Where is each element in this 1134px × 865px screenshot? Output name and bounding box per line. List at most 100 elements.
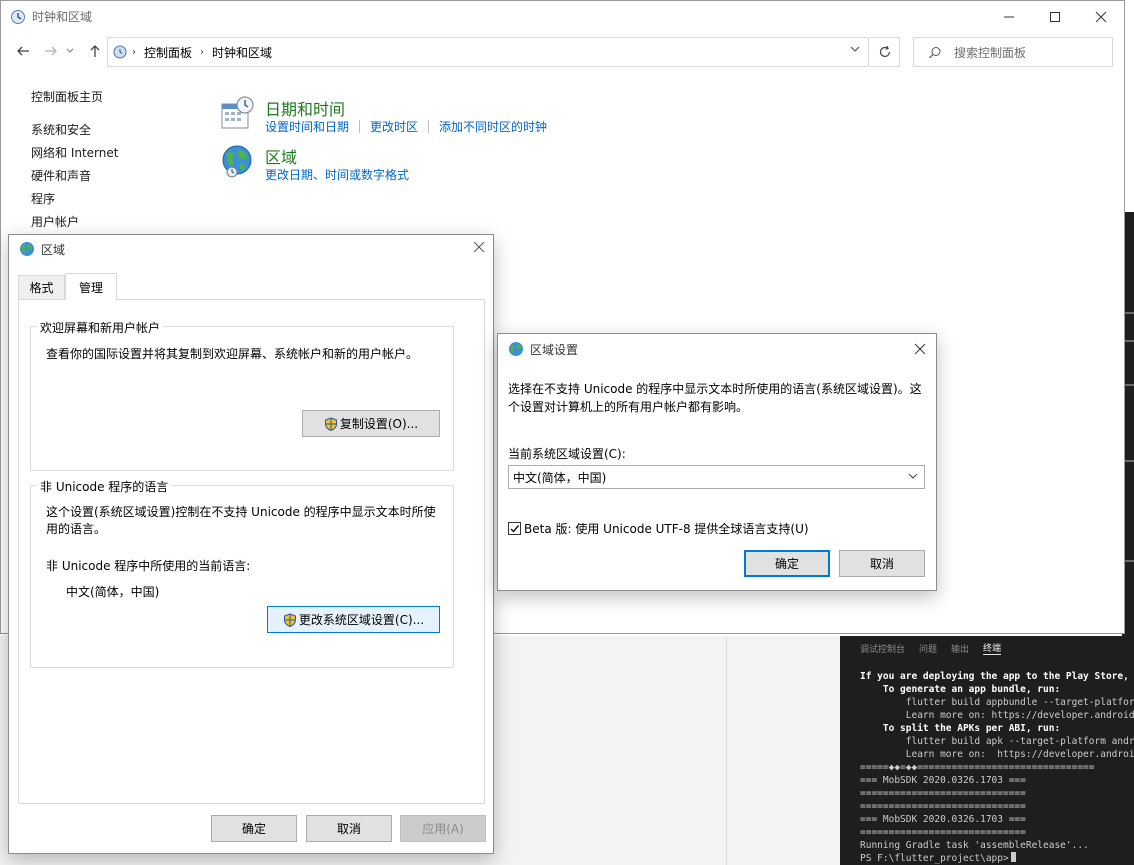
unicode-group-label: 非 Unicode 程序的语言 [37,478,172,495]
unicode-groupbox: 非 Unicode 程序的语言 这个设置(系统区域设置)控制在不支持 Unico… [30,478,454,668]
change-system-locale-label: 更改系统区域设置(C)... [298,613,425,627]
terminal-tabs: 调试控制台 问题 输出 终端 [840,636,1134,660]
arrow-up-icon [90,45,100,57]
chevron-down-icon [850,46,860,52]
tab-administrative[interactable]: 管理 [65,273,117,300]
nav-network-internet[interactable]: 网络和 Internet [31,145,118,168]
locale-dialog-titlebar[interactable]: 区域设置 [498,334,936,364]
search-placeholder: 搜索控制面板 [954,45,1027,60]
region-ok-button[interactable]: 确定 [211,815,297,842]
checkmark-icon [510,525,520,533]
region-cancel-button[interactable]: 取消 [306,815,392,842]
region-dialog-titlebar[interactable]: 区域 [9,235,493,263]
beta-utf8-label[interactable]: Beta 版: 使用 Unicode UTF-8 提供全球语言支持(U) [524,520,809,537]
link-change-timezone[interactable]: 更改时区 [370,118,418,135]
link-set-time-date[interactable]: 设置时间和日期 [265,118,349,135]
editor-mark [1125,384,1134,386]
locale-cancel-button[interactable]: 取消 [839,550,925,577]
region-apply-button[interactable]: 应用(A) [400,815,486,842]
title-bar[interactable]: 时钟和区域 [1,1,1124,32]
search-icon [929,47,941,59]
address-dropdown[interactable] [850,44,860,57]
back-button[interactable] [13,41,33,61]
terminal-line: ============================= [860,801,1026,812]
shield-icon [324,416,337,431]
maximize-icon [1050,11,1060,22]
category-title-date-time[interactable]: 日期和时间 [265,96,345,120]
change-system-locale-button[interactable]: 更改系统区域设置(C)... [267,606,440,633]
search-input[interactable]: 搜索控制面板 [913,37,1113,67]
tab-terminal[interactable]: 终端 [983,641,1002,655]
chevron-down-icon [66,48,74,53]
link-change-formats[interactable]: 更改日期、时间或数字格式 [265,166,409,183]
locale-description-line2: 个设置对计算机上的所有用户帐户都有影响。 [508,400,749,414]
arrow-right-icon [45,46,57,56]
terminal-line: =====◆◆=◆◆==============================… [860,762,1095,773]
link-separator [428,120,430,133]
tab-debug-console[interactable]: 调试控制台 [860,642,905,655]
terminal-line: ============================= [860,827,1026,838]
terminal-cursor [1010,852,1016,862]
minimize-icon [1004,16,1014,17]
globe-icon [222,145,252,178]
window-title: 时钟和区域 [32,10,93,24]
category-date-time: 日期和时间 设置时间和日期 更改时区 添加不同时区的时钟 [221,96,547,134]
tab-problems[interactable]: 问题 [919,642,937,655]
category-title-region[interactable]: 区域 [265,144,297,168]
clock-region-icon [11,9,25,24]
nav-system-security[interactable]: 系统和安全 [31,122,118,145]
close-icon [1095,11,1107,22]
globe-icon [20,242,34,256]
editor-mark [1125,312,1134,314]
maximize-button[interactable] [1032,1,1078,32]
shield-icon [283,612,296,627]
locale-description: 选择在不支持 Unicode 的程序中显示文本时所使用的语言(系统区域设置)。这… [508,380,922,416]
editor-mark [1125,460,1134,462]
copy-settings-button[interactable]: 复制设置(O)... [302,410,440,437]
beta-utf8-checkbox[interactable] [508,522,521,535]
welcome-description: 查看你的国际设置并将其复制到欢迎屏幕、系统帐户和新的用户帐户。 [46,347,419,361]
recent-dropdown[interactable] [63,41,77,61]
sidebar-nav: 控制面板主页 系统和安全 网络和 Internet 硬件和声音 程序 用户帐户 [31,89,118,237]
terminal-line: ============================= [860,788,1026,799]
welcome-group-label: 欢迎屏幕和新用户帐户 [37,319,164,336]
terminal-line: PS F:\flutter_project\app> [860,852,1134,865]
unicode-description-line2: 用的语言。 [46,522,107,536]
terminal-line: Learn more on: https://developer.android… [860,749,1134,760]
clock-calendar-icon [221,96,254,129]
control-panel-icon [113,45,127,59]
breadcrumb-clock-region[interactable]: 时钟和区域 [212,44,272,61]
unicode-description: 这个设置(系统区域设置)控制在不支持 Unicode 的程序中显示文本时所使 用… [46,504,436,538]
tab-panel: 欢迎屏幕和新用户帐户 查看你的国际设置并将其复制到欢迎屏幕、系统帐户和新的用户帐… [18,299,485,804]
link-separator [359,120,361,133]
locale-dialog-close-button[interactable] [914,341,926,359]
tab-output[interactable]: 输出 [951,642,969,655]
terminal-panel[interactable]: 调试控制台 问题 输出 终端 If you are deploying the … [840,636,1134,865]
background-divider [726,636,727,865]
window-controls [986,1,1124,32]
breadcrumb-control-panel[interactable]: 控制面板 [144,44,192,61]
link-add-clocks[interactable]: 添加不同时区的时钟 [439,118,547,135]
nav-control-panel-home[interactable]: 控制面板主页 [31,89,118,112]
minimize-button[interactable] [986,1,1032,32]
refresh-button[interactable] [870,37,900,67]
tab-formats[interactable]: 格式 [18,275,65,299]
locale-ok-button[interactable]: 确定 [744,550,830,577]
refresh-icon [879,45,890,58]
breadcrumb-separator: › [200,46,205,58]
forward-button[interactable] [41,41,61,61]
terminal-output[interactable]: If you are deploying the app to the Play… [840,660,1134,865]
terminal-line: Running Gradle task 'assembleRelease'... [860,840,1089,851]
region-dialog-title: 区域 [41,242,66,257]
current-locale-select[interactable]: 中文(简体，中国) [508,465,925,489]
nav-programs[interactable]: 程序 [31,191,118,214]
terminal-line: flutter build apk --target-platform andr… [860,736,1134,747]
terminal-line: === MobSDK 2020.0326.1703 === [860,814,1026,825]
current-locale-value: 中文(简体，中国) [513,470,607,485]
region-dialog-close-button[interactable] [473,239,485,257]
nav-hardware-sound[interactable]: 硬件和声音 [31,168,118,191]
close-button[interactable] [1078,1,1124,32]
up-button[interactable] [85,41,105,61]
editor-mark [1125,340,1134,342]
address-bar[interactable]: › 控制面板 › 时钟和区域 [107,37,869,67]
